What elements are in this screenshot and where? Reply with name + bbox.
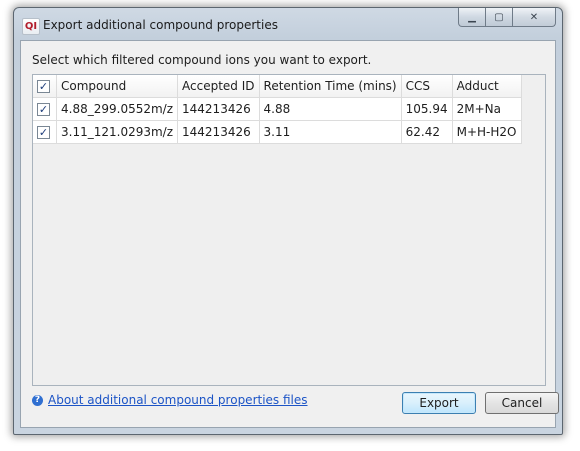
ccs-cell: 62.42	[401, 120, 453, 144]
close-icon: ✕	[529, 11, 539, 23]
column-header-compound[interactable]: Compound	[56, 75, 179, 98]
ccs-cell: 105.94	[401, 97, 453, 121]
compound-cell: 4.88_299.0552m/z	[56, 97, 179, 121]
minimize-button[interactable]: ▁	[458, 8, 486, 27]
maximize-button[interactable]: ▢	[485, 8, 513, 27]
help-link-row: ? About additional compound properties f…	[32, 393, 308, 407]
table-row[interactable]: ✓ 4.88_299.0552m/z 144213426 4.88 105.94…	[33, 97, 522, 121]
row-checkbox[interactable]: ✓	[37, 103, 50, 116]
instruction-text: Select which filtered compound ions you …	[32, 53, 372, 67]
window-controls: ▁ ▢ ✕	[458, 8, 556, 27]
accepted-id-cell: 144213426	[177, 120, 260, 144]
retention-time-cell: 4.88	[259, 97, 402, 121]
row-checkbox[interactable]: ✓	[37, 126, 50, 139]
adduct-cell: 2M+Na	[452, 97, 522, 121]
select-all-cell[interactable]: ✓	[33, 75, 57, 98]
adduct-cell: M+H-H2O	[452, 120, 522, 144]
export-button[interactable]: Export	[402, 392, 476, 414]
export-dialog-window: QI Export additional compound properties…	[13, 7, 563, 435]
compound-grid: ✓ Compound Accepted ID Retention Time (m…	[32, 74, 546, 386]
row-checkbox-cell[interactable]: ✓	[33, 97, 57, 121]
column-header-ccs[interactable]: CCS	[401, 75, 453, 98]
row-checkbox-cell[interactable]: ✓	[33, 120, 57, 144]
table-row[interactable]: ✓ 3.11_121.0293m/z 144213426 3.11 62.42 …	[33, 120, 522, 144]
title-bar[interactable]: QI Export additional compound properties…	[14, 8, 562, 44]
compound-table: ✓ Compound Accepted ID Retention Time (m…	[33, 75, 522, 144]
select-all-checkbox[interactable]: ✓	[37, 80, 50, 93]
maximize-icon: ▢	[494, 11, 504, 23]
help-icon: ?	[32, 394, 43, 406]
compound-cell: 3.11_121.0293m/z	[56, 120, 179, 144]
column-header-accepted-id[interactable]: Accepted ID	[177, 75, 260, 98]
column-header-retention-time[interactable]: Retention Time (mins)	[259, 75, 402, 98]
column-header-adduct[interactable]: Adduct	[452, 75, 522, 98]
window-title: Export additional compound properties	[43, 18, 278, 32]
dialog-body: Select which filtered compound ions you …	[20, 40, 559, 428]
minimize-icon: ▁	[468, 11, 476, 23]
app-logo-icon: QI	[22, 18, 40, 35]
table-header-row: ✓ Compound Accepted ID Retention Time (m…	[33, 75, 522, 98]
about-properties-files-link[interactable]: About additional compound properties fil…	[48, 393, 308, 407]
cancel-button[interactable]: Cancel	[485, 392, 559, 414]
close-button[interactable]: ✕	[512, 8, 556, 27]
retention-time-cell: 3.11	[259, 120, 402, 144]
accepted-id-cell: 144213426	[177, 97, 260, 121]
